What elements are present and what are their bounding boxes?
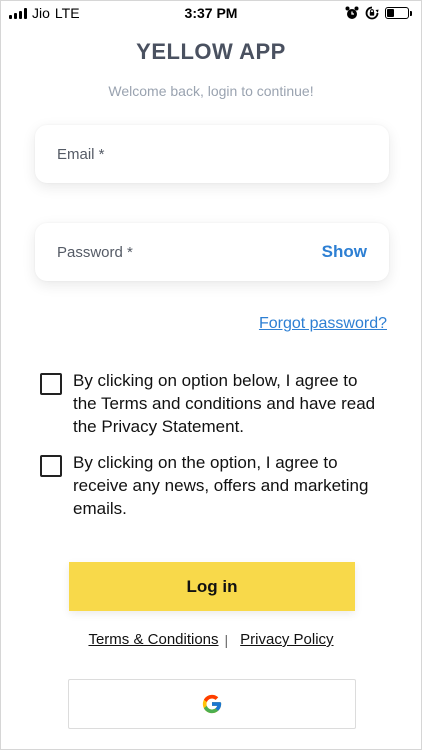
- consent-terms-row: By clicking on option below, I agree to …: [40, 369, 385, 438]
- google-signin-button[interactable]: [68, 679, 356, 729]
- email-placeholder: Email *: [57, 145, 105, 163]
- legal-links: Terms & Conditions | Privacy Policy: [1, 631, 421, 648]
- terms-consent-text: By clicking on option below, I agree to …: [73, 371, 376, 436]
- show-password-button[interactable]: Show: [322, 242, 367, 262]
- email-field[interactable]: Email *: [35, 125, 389, 183]
- page-subtitle: Welcome back, login to continue!: [108, 83, 314, 99]
- network-label: LTE: [54, 5, 80, 21]
- login-screen: Jio LTE 3:37 PM YELLOW APP Welcome back,…: [0, 0, 422, 750]
- app-title: YELLOW APP: [136, 39, 286, 64]
- status-bar: Jio LTE 3:37 PM: [1, 1, 421, 25]
- login-button[interactable]: Log in: [69, 562, 355, 611]
- status-left: Jio LTE: [9, 5, 80, 21]
- link-separator: |: [224, 631, 229, 648]
- privacy-link[interactable]: Privacy Policy: [240, 631, 333, 648]
- terms-link[interactable]: Terms & Conditions: [88, 631, 218, 648]
- signal-icon: [9, 7, 27, 19]
- carrier-label: Jio: [32, 5, 50, 21]
- alarm-icon: [345, 6, 359, 19]
- rotation-lock-icon: [365, 6, 379, 20]
- status-right: [345, 6, 412, 20]
- password-placeholder: Password *: [57, 243, 133, 261]
- consent-marketing-row: By clicking on the option, I agree to re…: [40, 451, 385, 520]
- battery-icon: [385, 7, 412, 19]
- google-icon: [202, 694, 222, 714]
- forgot-password-link[interactable]: Forgot password?: [259, 315, 387, 333]
- terms-checkbox[interactable]: [40, 373, 62, 395]
- status-time: 3:37 PM: [184, 5, 238, 21]
- marketing-consent-text: By clicking on the option, I agree to re…: [73, 453, 369, 518]
- marketing-checkbox[interactable]: [40, 455, 62, 477]
- password-field[interactable]: Password * Show: [35, 223, 389, 281]
